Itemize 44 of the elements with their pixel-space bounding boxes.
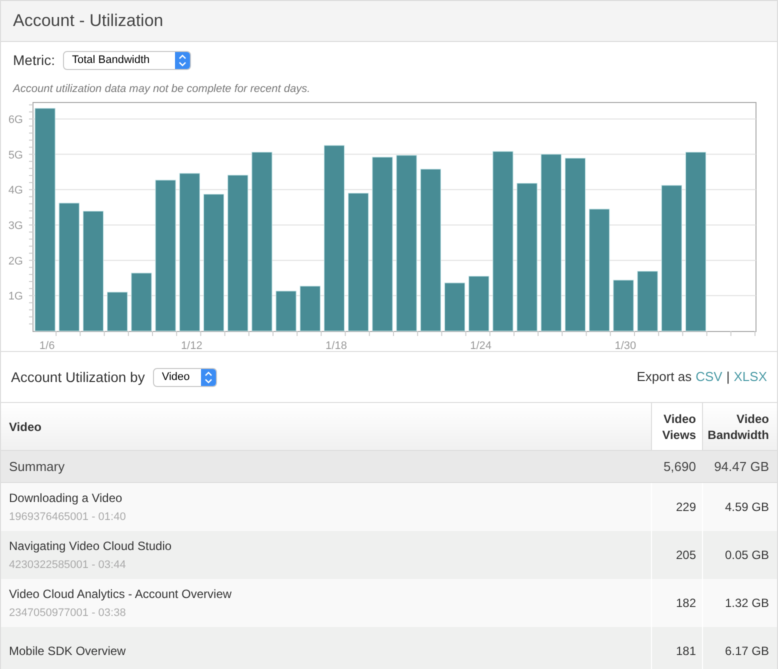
- link-separator: |: [726, 368, 730, 386]
- breakdown-label: Account Utilization by: [11, 368, 145, 387]
- table-cell: 6.17 GB: [702, 627, 777, 669]
- select-arrows-icon: [200, 368, 216, 386]
- chart-bar: [276, 290, 296, 332]
- y-axis-label: 3G: [8, 220, 23, 232]
- breakdown-select[interactable]: Video: [152, 368, 217, 386]
- x-axis-label: 1/24: [470, 340, 492, 352]
- x-axis-label: 1/18: [326, 340, 347, 352]
- video-meta: 1969376465001 - 01:40: [9, 510, 127, 525]
- select-arrows-icon: [175, 52, 190, 69]
- data-notice: Account utilization data may not be complete for recent days.: [13, 83, 310, 95]
- chart-bar: [131, 272, 152, 332]
- chart-bar: [300, 286, 320, 332]
- video-title[interactable]: Video Cloud Analytics - Account Overview: [9, 584, 643, 603]
- video-title[interactable]: Mobile SDK Overview: [9, 642, 643, 660]
- x-axis-label: 1/12: [180, 340, 202, 352]
- chart-bar: [637, 270, 658, 332]
- table-cell: 181: [651, 627, 702, 669]
- metric-label: Metric:: [13, 51, 55, 70]
- summary-label: Summary: [8, 458, 66, 476]
- table-cell-text: 5,690: [662, 458, 697, 476]
- video-title[interactable]: Downloading a Video: [9, 488, 643, 507]
- y-axis-label: 5G: [8, 149, 23, 162]
- video-meta: 2347050977001 - 03:38: [9, 606, 127, 621]
- page-title: Account - Utilization: [13, 10, 164, 32]
- video-title[interactable]: Navigating Video Cloud Studio: [9, 536, 643, 555]
- y-axis-label: 4G: [8, 184, 23, 197]
- x-axis-label: 1/6: [39, 340, 55, 352]
- video-meta: 4230322585001 - 03:44: [9, 558, 127, 573]
- export-label: Export as: [636, 368, 692, 386]
- column-header[interactable]: Video: [1, 403, 651, 450]
- y-axis-label: 6G: [8, 114, 23, 126]
- chart-bar: [444, 282, 466, 332]
- chart-bar: [613, 280, 634, 332]
- chart-bar: [468, 276, 490, 332]
- column-header[interactable]: Video Bandwidth: [702, 403, 777, 450]
- x-axis-label: 1/30: [614, 340, 636, 352]
- chart-bar: [107, 292, 128, 332]
- metric-select[interactable]: Total Bandwidth: [63, 51, 191, 70]
- y-axis-label: 2G: [8, 255, 23, 268]
- table-cell-text: 94.47 GB: [713, 458, 770, 476]
- y-axis-label: 1G: [8, 290, 23, 303]
- column-header[interactable]: Video Views: [651, 403, 702, 450]
